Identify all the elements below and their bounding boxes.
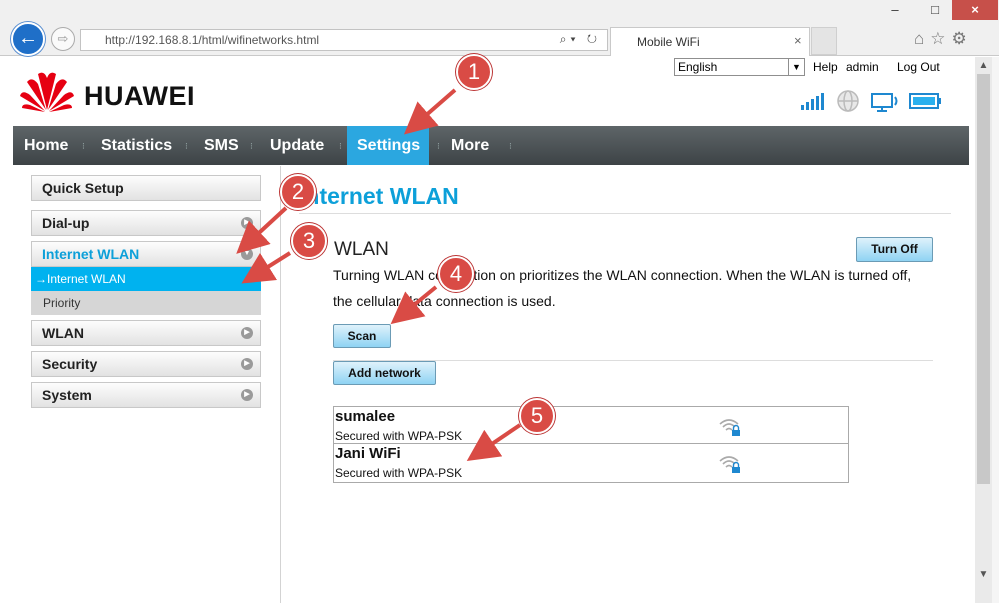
wifi-lock-icon	[719, 456, 740, 473]
chevron-right-icon: ▶	[241, 327, 253, 339]
huawei-logo-text: HUAWEI	[84, 81, 195, 111]
nav-statistics[interactable]: Statistics	[101, 126, 172, 165]
battery-icon	[909, 93, 941, 109]
browser-tab[interactable]: Mobile WiFi ×	[610, 27, 810, 56]
nav-separator: ⁝	[82, 141, 85, 151]
globe-icon	[837, 90, 859, 112]
scroll-up-icon[interactable]: ▲	[975, 57, 992, 74]
device-connected-icon	[871, 93, 898, 112]
sidebar-wlan[interactable]: WLAN ▶	[31, 320, 261, 346]
callout-3: 3	[291, 223, 327, 259]
network-list: sumalee Secured with WPA-PSK Jani WiFi S…	[333, 406, 849, 483]
network-row[interactable]: Jani WiFi Secured with WPA-PSK	[334, 444, 848, 481]
sidebar-divider	[280, 166, 281, 603]
sidebar-item-label: WLAN	[42, 325, 84, 341]
sidebar-item-label: Security	[42, 356, 98, 372]
language-value: English	[678, 60, 718, 74]
chevron-right-icon: ▶	[241, 217, 253, 229]
username-label: admin	[846, 60, 879, 74]
network-name: sumalee	[335, 408, 396, 425]
sidebar-internet-wlan[interactable]: Internet WLAN ▼	[31, 241, 261, 267]
sidebar-sub-internet-wlan[interactable]: →Internet WLAN	[31, 267, 261, 291]
sidebar-item-label: Internet WLAN	[42, 246, 140, 262]
signal-strength-icon	[801, 93, 824, 110]
callout-1: 1	[456, 54, 492, 90]
url-text: http://192.168.8.1/html/wifinetworks.htm…	[105, 33, 320, 47]
huawei-logo-icon	[20, 72, 74, 112]
sidebar-security[interactable]: Security ▶	[31, 351, 261, 377]
tab-title: Mobile WiFi	[637, 35, 700, 49]
section-heading: WLAN	[334, 239, 389, 260]
address-bar[interactable]: http://192.168.8.1/html/wifinetworks.htm…	[80, 29, 608, 51]
nav-settings[interactable]: Settings	[357, 126, 420, 165]
maximize-icon[interactable]: □	[920, 0, 950, 20]
nav-sms[interactable]: SMS	[204, 126, 239, 165]
sidebar-dialup[interactable]: Dial-up ▶	[31, 210, 261, 236]
description-text: Turning WLAN connection on prioritizes t…	[333, 267, 912, 283]
chevron-down-icon: ▼	[241, 248, 253, 260]
nav-more[interactable]: More	[451, 126, 489, 165]
main-nav: Home ⁝ Statistics ⁝ SMS ⁝ Update ⁝ Setti…	[13, 126, 969, 165]
sidebar-sub-priority[interactable]: Priority	[31, 291, 261, 315]
scrollbar-thumb[interactable]	[977, 74, 990, 484]
description-text: the cellular data connection is used.	[333, 293, 556, 309]
chevron-right-icon: ▶	[241, 358, 253, 370]
scan-button[interactable]: Scan	[333, 324, 391, 348]
nav-separator: ⁝	[250, 141, 253, 151]
wifi-lock-icon	[719, 419, 740, 436]
network-security: Secured with WPA-PSK	[335, 429, 463, 443]
nav-home[interactable]: Home	[24, 126, 68, 165]
language-select[interactable]: English ▼	[674, 58, 805, 76]
page-title: Internet WLAN	[299, 183, 459, 209]
sidebar-item-label: System	[42, 387, 92, 403]
nav-update[interactable]: Update	[270, 126, 324, 165]
nav-separator: ⁝	[437, 141, 440, 151]
network-security: Secured with WPA-PSK	[335, 466, 463, 480]
help-link[interactable]: Help	[813, 60, 838, 74]
back-arrow-icon[interactable]: ←	[11, 22, 45, 56]
search-refresh-icon[interactable]: ⌕▾ ↻	[560, 32, 601, 47]
sidebar-system[interactable]: System ▶	[31, 382, 261, 408]
scroll-down-icon[interactable]: ▼	[975, 566, 992, 583]
chevron-right-icon: ▶	[241, 389, 253, 401]
minimize-icon[interactable]: –	[880, 0, 910, 20]
sidebar-item-label: Dial-up	[42, 215, 90, 231]
callout-2: 2	[280, 174, 316, 210]
arrow-1	[403, 88, 457, 135]
forward-arrow-icon[interactable]: ⇨	[51, 27, 75, 51]
divider	[299, 213, 951, 214]
sidebar-item-label: Quick Setup	[42, 180, 124, 196]
logout-link[interactable]: Log Out	[897, 60, 940, 74]
callout-4: 4	[438, 256, 474, 292]
new-tab-button[interactable]	[811, 27, 837, 55]
nav-separator: ⁝	[339, 141, 342, 151]
nav-separator: ⁝	[509, 141, 512, 151]
status-icons	[801, 90, 941, 112]
tab-close-icon[interactable]: ×	[794, 33, 802, 48]
callout-5: 5	[519, 398, 555, 434]
nav-separator: ⁝	[185, 141, 188, 151]
network-name: Jani WiFi	[335, 445, 401, 462]
chevron-down-icon[interactable]: ▼	[788, 59, 804, 75]
add-network-button[interactable]: Add network	[333, 361, 436, 385]
close-window-icon[interactable]: ×	[952, 0, 998, 20]
home-favorites-settings-icons[interactable]: ⌂☆⚙	[914, 29, 973, 49]
window-edge	[992, 57, 999, 603]
sidebar-quick-setup[interactable]: Quick Setup	[31, 175, 261, 201]
turn-off-button[interactable]: Turn Off	[856, 237, 933, 262]
network-row[interactable]: sumalee Secured with WPA-PSK	[334, 407, 848, 444]
